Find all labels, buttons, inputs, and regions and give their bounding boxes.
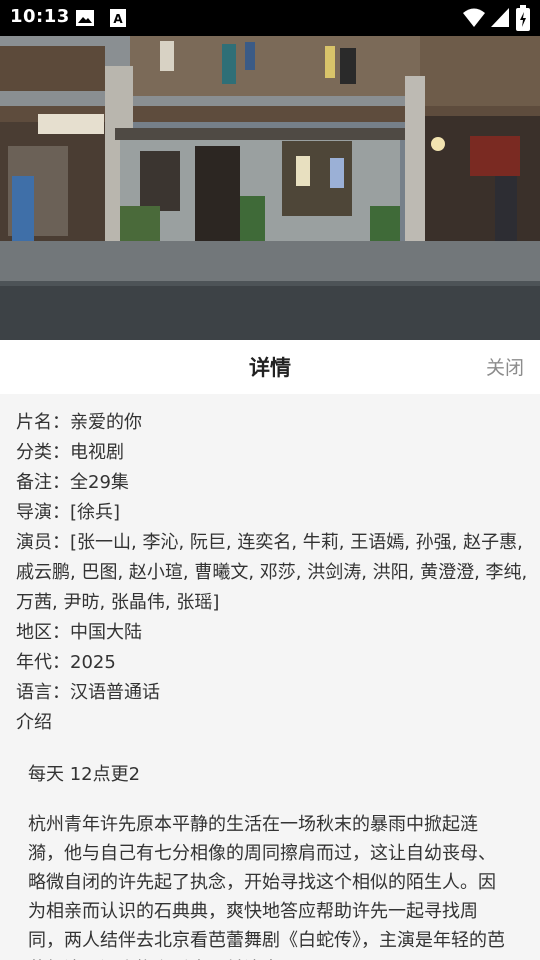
detail-info: 片名：亲爱的你 分类：电视剧 备注：全29集 导演：[徐兵] 演员：[张一山, … [16, 408, 528, 738]
title-row: 片名：亲爱的你 [16, 412, 142, 433]
update-tag: 每天 12点更2 [28, 764, 141, 785]
intro-text: 杭州青年许先原本平静的生活在一场秋末的暴雨中掀起涟漪，他与自己有七分相像的周同擦… [28, 814, 505, 960]
note-row: 备注：全29集 [16, 472, 129, 493]
detail-sheet-header: 详情 关闭 [0, 340, 540, 394]
gallery-icon [76, 10, 94, 26]
director-row: 导演：[徐兵] [16, 502, 121, 523]
actors-row: 演员：[张一山, 李沁, 阮巨, 连奕名, 牛莉, 王语嫣, 孙强, 赵子惠, … [16, 532, 528, 613]
battery-icon [516, 5, 530, 31]
svg-text:A: A [113, 12, 123, 26]
status-time: 10:13 [10, 6, 70, 27]
hero-image [0, 36, 540, 340]
status-bar: 10:13 A [0, 0, 540, 36]
language-row: 语言：汉语普通话 [16, 682, 160, 703]
detail-content[interactable]: 片名：亲爱的你 分类：电视剧 备注：全29集 导演：[徐兵] 演员：[张一山, … [0, 394, 540, 960]
close-button[interactable]: 关闭 [486, 353, 524, 380]
wifi-icon [463, 8, 485, 27]
notification-a-icon: A [110, 9, 126, 27]
year-row: 年代：2025 [16, 652, 116, 673]
intro-label: 介绍 [16, 712, 52, 733]
category-row: 分类：电视剧 [16, 442, 124, 463]
signal-icon [491, 8, 509, 27]
region-row: 地区：中国大陆 [16, 622, 142, 643]
sheet-title: 详情 [249, 356, 291, 380]
street-scene-image [0, 36, 540, 340]
